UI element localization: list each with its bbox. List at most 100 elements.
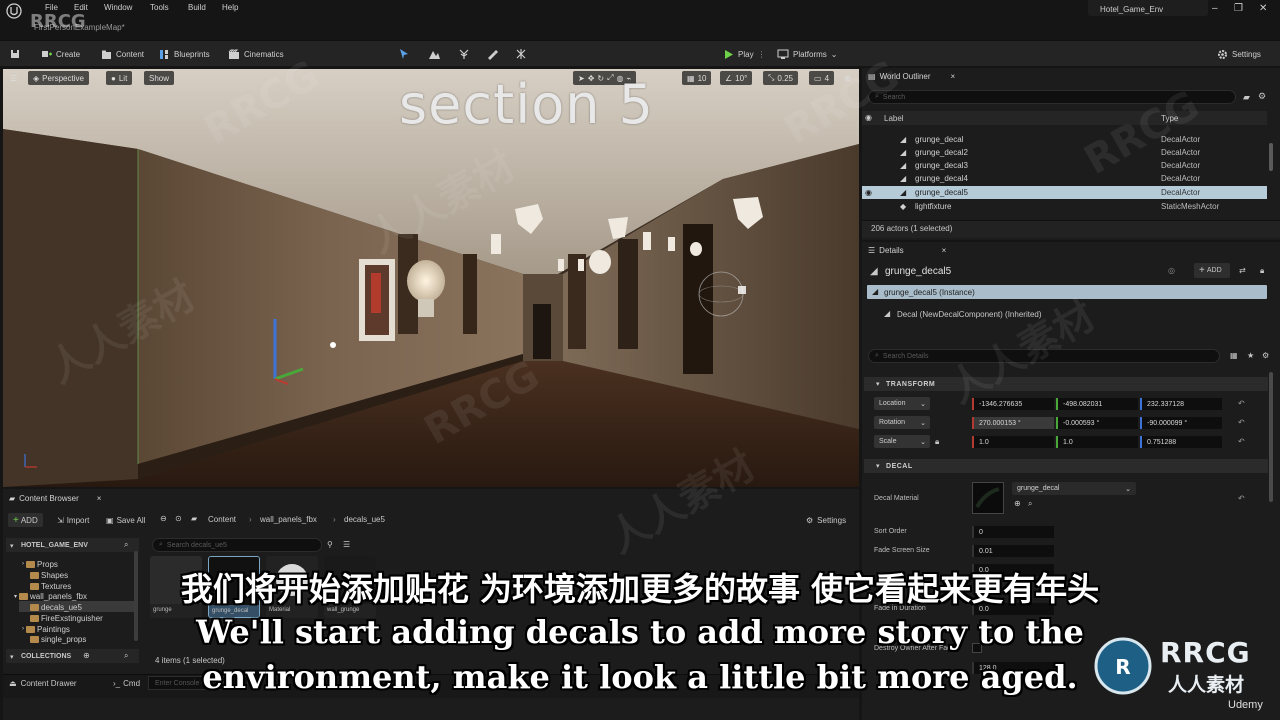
landscape-mode-button[interactable] [428,41,440,67]
project-root-label[interactable]: HOTEL_GAME_ENV [21,542,88,549]
asset-search-input[interactable]: ⌕ Search decals_ue5 [152,538,322,552]
platforms-button[interactable]: Platforms ⌄ [777,41,838,67]
menu-tools[interactable]: Tools [150,3,169,12]
reset-location-icon[interactable]: ↶ [1238,399,1245,408]
add-component-button[interactable]: + ADD [1194,263,1230,278]
content-browser-tab[interactable]: ▰ Content Browser × [9,490,101,506]
menu-build[interactable]: Build [188,3,206,12]
table-view-icon[interactable]: ▦ [1230,351,1238,360]
outliner-row[interactable]: ◢ grunge_decal3 DecalActor [862,159,1267,172]
decal-material-thumbnail[interactable] [972,482,1004,514]
close-tab-icon[interactable]: × [97,494,102,503]
blueprints-button[interactable]: Blueprints [158,41,210,67]
transform-section-header[interactable]: ▾ TRANSFORM [864,377,1268,391]
viewport-menu-button[interactable]: ☰ [5,71,22,85]
decal-material-dropdown[interactable]: grunge_decal ⌄ [1012,482,1136,495]
outliner-search-input[interactable]: ⌕ Search [868,90,1236,104]
save-all-button[interactable]: ▣ Save All [106,513,145,527]
details-tab[interactable]: ☰ Details × [868,242,946,258]
browse-search-icon[interactable]: ⌕ [1028,499,1032,509]
maximize-icon[interactable]: ❐ [1234,3,1243,14]
history-back-icon[interactable]: ⊖ [160,514,167,523]
folder-add-icon[interactable]: ▰ [1243,92,1250,103]
select-mode-button[interactable] [398,41,410,67]
location-x-field[interactable]: -1346.276635 [972,398,1054,410]
sort-order-field[interactable]: 0 [972,526,1054,538]
scale-x-field[interactable]: 1.0 [972,436,1054,448]
play-button[interactable]: Play ⋮ [722,41,766,67]
angle-snap-button[interactable]: ∠ 10° [720,71,753,85]
visibility-eye-icon[interactable]: ◉ [865,188,872,197]
details-scrollbar[interactable] [1269,372,1273,502]
cinematics-button[interactable]: Cinematics [228,41,284,67]
search-icon[interactable]: ⌕ [124,540,128,550]
settings-button[interactable]: Settings [1216,41,1261,67]
play-options-icon[interactable]: ⋮ [758,50,766,59]
scale-y-field[interactable]: 1.0 [1056,436,1138,448]
fracture-mode-button[interactable] [515,41,527,67]
location-z-field[interactable]: 232.337128 [1140,398,1222,410]
collapse-chevron-icon[interactable]: ▾ [10,542,14,550]
outliner-row[interactable]: ◢ grunge_decal DecalActor [862,133,1267,146]
actor-name[interactable]: grunge_decal5 [885,266,951,277]
use-selected-arrow-icon[interactable]: ⊕ [1014,499,1021,508]
menu-window[interactable]: Window [104,3,132,12]
breadcrumb-decals[interactable]: decals_ue5 [344,515,385,524]
outliner-row[interactable]: ◢ grunge_decal2 DecalActor [862,146,1267,159]
decal-section-header[interactable]: ▾ DECAL [864,459,1268,473]
outliner-row[interactable]: ◢ grunge_decal4 DecalActor [862,172,1267,185]
fade-screen-size-field[interactable]: 0.01 [972,545,1054,557]
close-tab-icon[interactable]: × [951,72,956,81]
sort-icon[interactable]: ☰ [343,540,350,549]
details-search-input[interactable]: ⌕ Search Details [868,349,1220,363]
lit-button[interactable]: ● Lit [106,71,133,85]
import-button[interactable]: ⇲ Import [57,513,89,527]
outliner-row-selected[interactable]: ◉ ◢ grunge_decal5 DecalActor [862,186,1267,199]
perspective-button[interactable]: ◈ Perspective [28,71,89,85]
blueprint-convert-icon[interactable]: ⇄ [1239,266,1246,275]
lock-icon[interactable]: 🔒︎ [1260,266,1264,276]
save-button[interactable] [9,41,21,67]
content-settings-button[interactable]: ⚙ Settings [806,513,846,527]
modeling-mode-button[interactable] [486,41,498,67]
location-dropdown[interactable]: Location ⌄ [874,397,930,410]
location-y-field[interactable]: -498.082031 [1056,398,1138,410]
reset-rotation-icon[interactable]: ↶ [1238,418,1245,427]
blueprint-icon[interactable]: ◎ [1168,266,1175,275]
type-column-header[interactable]: Type [1161,114,1178,123]
grid-snap-button[interactable]: ▦ 10 [682,71,712,85]
minimize-icon[interactable]: – [1212,3,1218,14]
foliage-mode-button[interactable] [458,41,470,67]
reset-material-icon[interactable]: ↶ [1238,494,1245,503]
add-asset-button[interactable]: + ADD [8,513,43,527]
close-tab-icon[interactable]: × [942,246,947,255]
reset-scale-icon[interactable]: ↶ [1238,437,1245,446]
rotation-x-field[interactable]: 270.000153 ° [972,417,1054,429]
viewport-layout-button[interactable]: ⊞ [839,71,856,85]
show-button[interactable]: Show [144,71,175,85]
details-settings-icon[interactable]: ⚙ [1262,351,1269,360]
create-button[interactable]: Create [40,41,80,67]
unreal-logo-icon[interactable] [6,3,22,19]
scale-z-field[interactable]: 0.751288 [1140,436,1222,448]
camera-speed-button[interactable]: ▭ 4 [809,71,835,85]
rotation-dropdown[interactable]: Rotation ⌄ [874,416,930,429]
star-icon[interactable]: ★ [1247,351,1254,360]
scale-snap-button[interactable]: ⤡ 0.25 [763,71,798,85]
rotation-y-field[interactable]: -0.000593 ° [1056,417,1138,429]
history-forward-icon[interactable]: ⊙ [175,514,182,523]
content-button[interactable]: Content [100,41,144,67]
scale-lock-icon[interactable]: 🔒︎ [935,437,939,447]
breadcrumb-wall-panels[interactable]: wall_panels_fbx [260,515,317,524]
world-outliner-tab[interactable]: ▤ World Outliner × [868,68,955,84]
rotation-z-field[interactable]: -90.000099 ° [1140,417,1222,429]
level-viewport[interactable]: ☰ ◈ Perspective ● Lit Show ➤ ✥ ↻ ⤢ ◍ ⌁ ▦… [3,69,859,487]
outliner-row[interactable]: ◆ lightfixture StaticMeshActor [862,200,1267,213]
close-icon[interactable]: ✕ [1259,3,1267,14]
decal-component-row[interactable]: Decal (NewDecalComponent) (Inherited) [897,310,1042,319]
breadcrumb-content[interactable]: Content [208,515,236,524]
scale-dropdown[interactable]: Scale ⌄ [874,435,930,448]
menu-help[interactable]: Help [222,3,238,12]
label-column-header[interactable]: Label [884,114,904,123]
outliner-scrollbar[interactable] [1269,143,1273,171]
